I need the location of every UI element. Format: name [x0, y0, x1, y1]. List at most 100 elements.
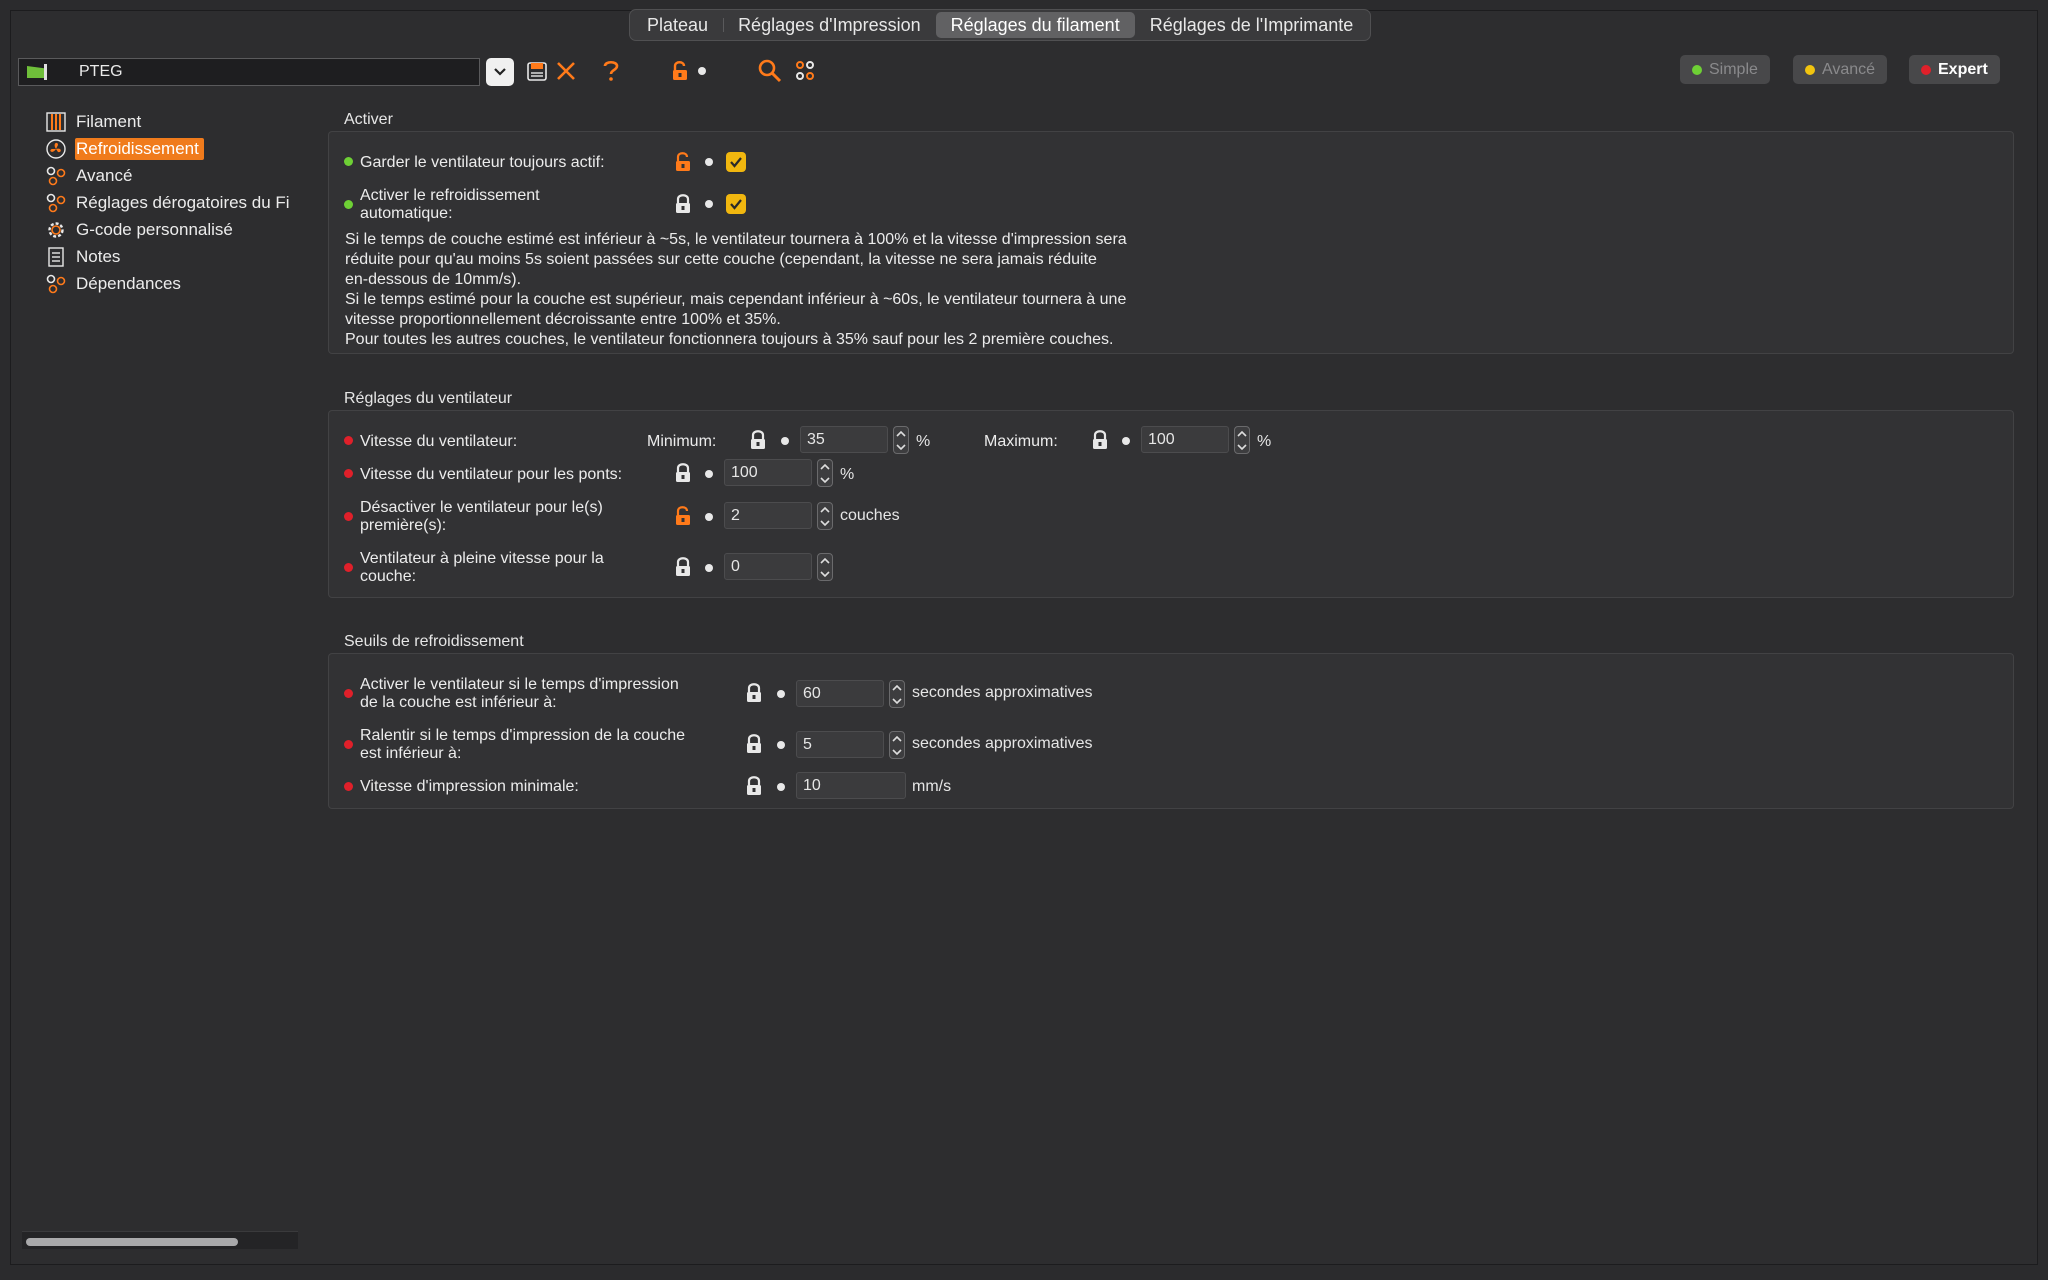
mm-per-second-unit: mm/s [912, 778, 952, 795]
disable-fan-label-line1: Désactiver le ventilateur pour le(s) [360, 499, 603, 516]
flag-icon [27, 64, 49, 80]
full-fan-label-line2: couche: [360, 568, 417, 585]
value-dot [1122, 437, 1130, 445]
min-print-speed-input[interactable]: 10 [796, 772, 906, 799]
mode-advanced-label: Avancé [1822, 60, 1876, 78]
search-icon [758, 59, 782, 83]
lock-icon[interactable] [745, 734, 763, 754]
fan-speed-max-input[interactable]: 100 [1141, 426, 1229, 453]
lock-icon[interactable] [749, 430, 767, 450]
mode-expert-button[interactable]: Expert [1909, 55, 2000, 84]
lock-icon[interactable] [745, 683, 763, 703]
compare-icon [796, 61, 814, 80]
top-tab-bar: Plateau Réglages d'Impression Réglages d… [629, 9, 1372, 41]
tab-filament-settings[interactable]: Réglages du filament [935, 12, 1135, 38]
chevron-up-icon [820, 506, 830, 513]
sidebar-item-cooling[interactable]: Refroidissement [46, 135, 298, 162]
chevron-down-icon [494, 68, 506, 76]
sidebar-horizontal-scrollbar[interactable] [22, 1231, 298, 1249]
fan-speed-label: Vitesse du ventilateur: [360, 433, 518, 450]
value-dot [705, 470, 713, 478]
bridge-fan-input[interactable]: 100 [724, 459, 812, 486]
lock-icon[interactable] [674, 557, 692, 577]
expert-mode-dot [344, 436, 353, 445]
sidebar-item-dependencies[interactable]: Dépendances [46, 270, 298, 297]
slowdown-below-layer-time-stepper[interactable] [889, 731, 905, 759]
cogs-icon [46, 274, 66, 294]
value-dot [705, 200, 713, 208]
chevron-up-icon [892, 684, 902, 691]
expert-mode-dot [344, 740, 353, 749]
auto-cooling-label: Activer le refroidissement automatique: [360, 187, 540, 223]
sidebar-item-label: Réglages dérogatoires du Fi [76, 192, 290, 212]
tab-plateau[interactable]: Plateau [632, 12, 723, 38]
lock-icon[interactable] [674, 194, 692, 214]
lock-icon[interactable] [674, 463, 692, 483]
expert-mode-dot [344, 782, 353, 791]
value-dot [705, 513, 713, 521]
sidebar-item-overrides[interactable]: Réglages dérogatoires du Fi [46, 189, 298, 216]
keep-fan-checkbox[interactable] [726, 152, 746, 172]
full-fan-speed-layer-input[interactable]: 0 [724, 553, 812, 580]
sidebar-item-notes[interactable]: Notes [46, 243, 298, 270]
chevron-down-icon [820, 476, 830, 483]
bridge-fan-stepper[interactable] [817, 459, 833, 487]
search-button[interactable] [756, 56, 784, 86]
disable-fan-first-layers-stepper[interactable] [817, 502, 833, 530]
tab-print-settings[interactable]: Réglages d'Impression [723, 12, 936, 38]
unlock-icon [673, 61, 687, 80]
fan-below-layer-time-label: Activer le ventilateur si le temps d'imp… [360, 676, 679, 712]
chevron-down-icon [820, 570, 830, 577]
value-dot [705, 158, 713, 166]
unlock-icon[interactable] [674, 506, 692, 526]
mode-advanced-button[interactable]: Avancé [1793, 55, 1888, 84]
simple-mode-dot [344, 200, 353, 209]
sidebar-item-filament[interactable]: Filament [46, 108, 298, 135]
gear-icon [46, 220, 66, 240]
slowdown-below-layer-time-input[interactable]: 5 [796, 731, 884, 758]
help-button[interactable] [598, 56, 624, 86]
compare-presets-button[interactable] [792, 56, 818, 86]
fan-below-layer-time-input[interactable]: 60 [796, 680, 884, 707]
save-preset-button[interactable] [524, 56, 550, 86]
sidebar-item-label: Notes [76, 246, 121, 266]
fan-speed-max-stepper[interactable] [1234, 426, 1250, 454]
preset-dropdown-button[interactable] [486, 58, 514, 86]
sidebar-item-label: G-code personnalisé [76, 219, 233, 239]
cogs-icon [46, 193, 66, 213]
auto-cooling-checkbox[interactable] [726, 194, 746, 214]
fan-below-layer-time-stepper[interactable] [889, 680, 905, 708]
full-fan-speed-layer-stepper[interactable] [817, 553, 833, 581]
description-line: vitesse proportionnellement décroissante… [345, 311, 781, 328]
fan-below-label-line1: Activer le ventilateur si le temps d'imp… [360, 676, 679, 693]
seconds-unit: secondes approximatives [912, 684, 1093, 701]
sidebar-item-advanced[interactable]: Avancé [46, 162, 298, 189]
sidebar-item-label: Avancé [76, 165, 133, 185]
description-line: Si le temps estimé pour la couche est su… [345, 291, 1127, 308]
value-dot [777, 783, 785, 791]
percent-unit: % [840, 466, 855, 483]
fan-speed-min-input[interactable]: 35 [800, 426, 888, 453]
preset-combobox[interactable]: PTEG [18, 58, 480, 86]
mode-simple-button[interactable]: Simple [1680, 55, 1770, 84]
slowdown-label-line2: est inférieur à: [360, 745, 462, 762]
lock-icon[interactable] [1091, 430, 1109, 450]
delete-preset-button[interactable] [553, 56, 579, 86]
scrollbar-thumb[interactable] [26, 1238, 238, 1246]
value-dot [705, 564, 713, 572]
fan-speed-min-stepper[interactable] [893, 426, 909, 454]
chevron-up-icon [892, 735, 902, 742]
value-dot [781, 437, 789, 445]
disable-fan-first-layers-input[interactable]: 2 [724, 502, 812, 529]
tab-printer-settings[interactable]: Réglages de l'Imprimante [1135, 12, 1369, 38]
unlock-icon[interactable] [674, 152, 692, 172]
fan-icon [46, 138, 66, 159]
lock-icon[interactable] [745, 776, 763, 796]
unlock-legend-button[interactable] [668, 56, 692, 86]
layers-unit: couches [840, 507, 900, 524]
value-dot [777, 741, 785, 749]
simple-mode-dot [344, 157, 353, 166]
chevron-up-icon [1237, 430, 1247, 437]
sidebar-item-custom-gcode[interactable]: G-code personnalisé [46, 216, 298, 243]
sidebar-item-label: Refroidissement [75, 137, 204, 160]
